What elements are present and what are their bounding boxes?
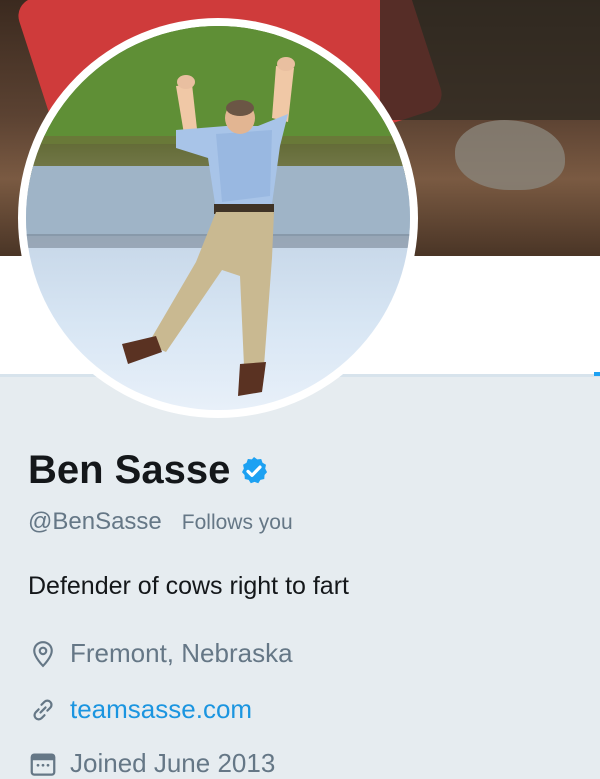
follows-you-badge: Follows you <box>181 511 293 534</box>
profile-handle[interactable]: @BenSasse <box>28 508 162 536</box>
active-tab-indicator <box>594 372 600 376</box>
profile-name[interactable]: Ben Sasse <box>28 448 230 493</box>
profile-bio: Defender of cows right to fart <box>28 572 349 600</box>
website-link[interactable]: teamsasse.com <box>70 694 252 725</box>
profile-website: teamsasse.com <box>28 694 252 725</box>
calendar-icon <box>30 753 56 776</box>
location-pin-icon <box>33 640 53 667</box>
verified-badge-icon <box>242 456 268 483</box>
profile-location: Fremont, Nebraska <box>28 638 293 669</box>
link-icon <box>33 699 53 720</box>
location-text: Fremont, Nebraska <box>70 638 293 668</box>
header-banner-trees <box>380 0 600 120</box>
profile-name-row: Ben Sasse <box>28 448 270 493</box>
header-banner-rock <box>455 120 565 190</box>
joined-text: Joined June 2013 <box>70 748 276 778</box>
profile-joined: Joined June 2013 <box>28 748 275 779</box>
handle-row: @BenSasse Follows you <box>28 508 293 536</box>
profile-avatar[interactable] <box>18 18 418 418</box>
avatar-photo <box>26 26 410 410</box>
avatar-upside-down-jumper-illustration <box>26 26 410 396</box>
